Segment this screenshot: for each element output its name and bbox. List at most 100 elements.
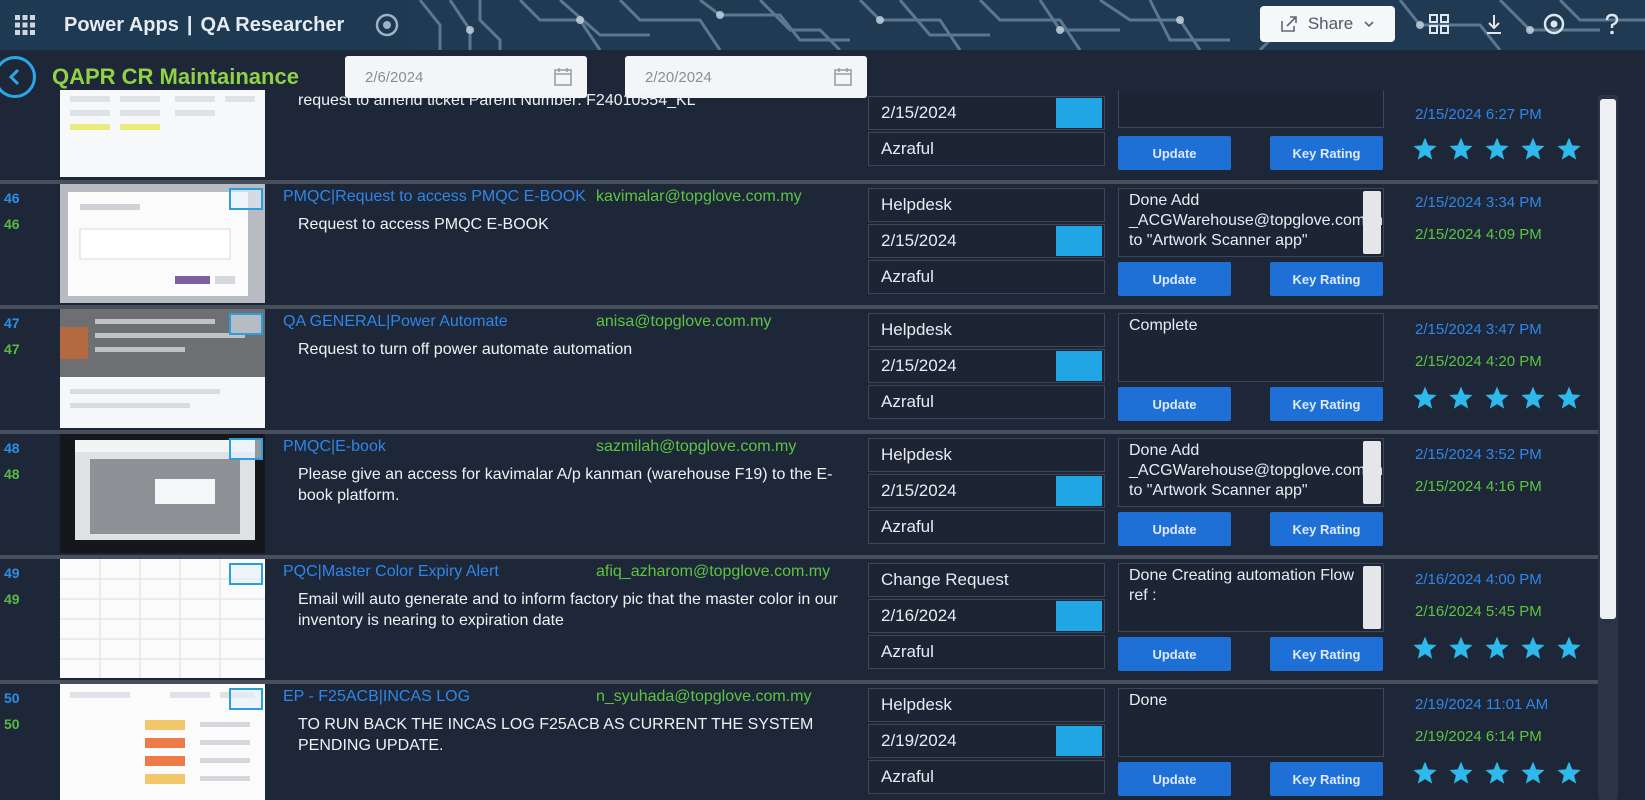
ticket-screenshot[interactable] (60, 90, 265, 177)
star-icon[interactable] (1448, 136, 1474, 162)
grid-icon[interactable] (1425, 10, 1453, 38)
edit-image-icon[interactable] (229, 188, 263, 210)
comment-box[interactable]: Done Add _ACGWarehouse@topglove.com.my t… (1118, 188, 1384, 257)
ticket-date-field[interactable]: 2/15/2024 (868, 349, 1105, 383)
star-icon[interactable] (1520, 385, 1546, 411)
star-icon[interactable] (1556, 635, 1582, 661)
calendar-button[interactable] (1056, 226, 1102, 256)
edit-image-icon[interactable] (229, 563, 263, 585)
key-rating-button[interactable]: Key Rating (1270, 512, 1383, 546)
settings-icon[interactable] (374, 12, 400, 38)
comment-scrollbar[interactable] (1363, 566, 1381, 629)
ticket-screenshot[interactable] (60, 184, 265, 303)
category-field[interactable]: Helpdesk (868, 438, 1105, 472)
ticket-row[interactable]: 49 49 PQC|Master Color Expiry Alert afiq… (0, 555, 1600, 680)
comment-box[interactable]: Complete (1118, 313, 1384, 382)
update-button[interactable]: Update (1118, 387, 1231, 421)
ticket-title[interactable]: QA GENERAL|Power Automate (283, 313, 508, 331)
star-icon[interactable] (1520, 760, 1546, 786)
help-icon[interactable] (1598, 10, 1626, 38)
star-icon[interactable] (1484, 385, 1510, 411)
ticket-screenshot[interactable] (60, 434, 265, 553)
calendar-button[interactable] (1056, 351, 1102, 381)
calendar-button[interactable] (1056, 601, 1102, 631)
assignee-field[interactable]: Azraful (868, 260, 1105, 294)
assignee-field[interactable]: Azraful (868, 760, 1105, 794)
comment-box[interactable]: Done Add _ACGWarehouse@topglove.com.my t… (1118, 438, 1384, 507)
category-field[interactable]: Helpdesk (868, 188, 1105, 222)
ticket-title[interactable]: EP - F25ACB|INCAS LOG (283, 688, 470, 706)
category-field[interactable]: Helpdesk (868, 688, 1105, 722)
star-icon[interactable] (1484, 635, 1510, 661)
rating-stars[interactable] (1412, 385, 1582, 411)
calendar-button[interactable] (1056, 476, 1102, 506)
download-icon[interactable] (1480, 10, 1508, 38)
ticket-row[interactable]: 45 request to amend ticket Parent Number… (0, 90, 1600, 183)
star-icon[interactable] (1448, 635, 1474, 661)
ticket-row[interactable]: 48 48 PMQC|E-book sazmilah@topglove.com.… (0, 430, 1600, 555)
star-icon[interactable] (1556, 136, 1582, 162)
ticket-title[interactable]: PMQC|E-book (283, 438, 386, 456)
update-button[interactable]: Update (1118, 637, 1231, 671)
key-rating-button[interactable]: Key Rating (1270, 637, 1383, 671)
ticket-screenshot[interactable] (60, 309, 265, 428)
ticket-title[interactable]: PMQC|Request to access PMQC E-BOOK (283, 188, 586, 206)
ticket-date-field[interactable]: 2/15/2024 (868, 96, 1105, 130)
ticket-screenshot[interactable] (60, 684, 265, 800)
ticket-row[interactable]: 47 47 QA GENERAL|Power Automate anisa@to… (0, 305, 1600, 430)
settings-icon[interactable] (1540, 10, 1568, 38)
update-button[interactable]: Update (1118, 262, 1231, 296)
category-field[interactable]: Change Request (868, 563, 1105, 597)
list-scrollbar[interactable] (1598, 95, 1618, 800)
comment-box[interactable]: Done (1118, 688, 1384, 757)
rating-stars[interactable] (1412, 760, 1582, 786)
calendar-icon[interactable] (553, 67, 573, 87)
star-icon[interactable] (1556, 385, 1582, 411)
update-button[interactable]: Update (1118, 136, 1231, 170)
update-button[interactable]: Update (1118, 512, 1231, 546)
star-icon[interactable] (1484, 136, 1510, 162)
star-icon[interactable] (1520, 136, 1546, 162)
key-rating-button[interactable]: Key Rating (1270, 762, 1383, 796)
calendar-icon[interactable] (833, 67, 853, 87)
assignee-field[interactable]: Azraful (868, 385, 1105, 419)
ticket-title[interactable]: PQC|Master Color Expiry Alert (283, 563, 499, 581)
edit-image-icon[interactable] (229, 438, 263, 460)
star-icon[interactable] (1484, 760, 1510, 786)
assignee-field[interactable]: Azraful (868, 132, 1105, 166)
star-icon[interactable] (1412, 760, 1438, 786)
category-field[interactable]: Helpdesk (868, 313, 1105, 347)
comment-box[interactable]: Done Creating automation Flow ref : (1118, 563, 1384, 632)
scrollbar-thumb[interactable] (1600, 99, 1616, 619)
comment-scrollbar[interactable] (1363, 191, 1381, 254)
star-icon[interactable] (1412, 385, 1438, 411)
rating-stars[interactable] (1412, 635, 1582, 661)
rating-stars[interactable] (1412, 136, 1582, 162)
star-icon[interactable] (1520, 635, 1546, 661)
calendar-button[interactable] (1056, 98, 1102, 128)
star-icon[interactable] (1412, 635, 1438, 661)
star-icon[interactable] (1448, 760, 1474, 786)
key-rating-button[interactable]: Key Rating (1270, 262, 1383, 296)
update-button[interactable]: Update (1118, 762, 1231, 796)
ticket-date-field[interactable]: 2/15/2024 (868, 474, 1105, 508)
edit-image-icon[interactable] (229, 688, 263, 710)
star-icon[interactable] (1556, 760, 1582, 786)
share-button[interactable]: Share (1260, 6, 1395, 42)
key-rating-button[interactable]: Key Rating (1270, 136, 1383, 170)
ticket-row[interactable]: 46 46 PMQC|Request to access PMQC E-BOOK… (0, 180, 1600, 305)
assignee-field[interactable]: Azraful (868, 510, 1105, 544)
waffle-icon[interactable] (0, 0, 50, 50)
star-icon[interactable] (1412, 136, 1438, 162)
ticket-date-field[interactable]: 2/19/2024 (868, 724, 1105, 758)
calendar-button[interactable] (1056, 726, 1102, 756)
ticket-date-field[interactable]: 2/16/2024 (868, 599, 1105, 633)
key-rating-button[interactable]: Key Rating (1270, 387, 1383, 421)
ticket-list[interactable]: 45 request to amend ticket Parent Number… (0, 90, 1600, 800)
ticket-row[interactable]: 50 50 EP - F25ACB|INCAS LOG n_syuhada@to… (0, 680, 1600, 800)
assignee-field[interactable]: Azraful (868, 635, 1105, 669)
ticket-date-field[interactable]: 2/15/2024 (868, 224, 1105, 258)
comment-box[interactable] (1118, 90, 1384, 128)
star-icon[interactable] (1448, 385, 1474, 411)
edit-image-icon[interactable] (229, 313, 263, 335)
